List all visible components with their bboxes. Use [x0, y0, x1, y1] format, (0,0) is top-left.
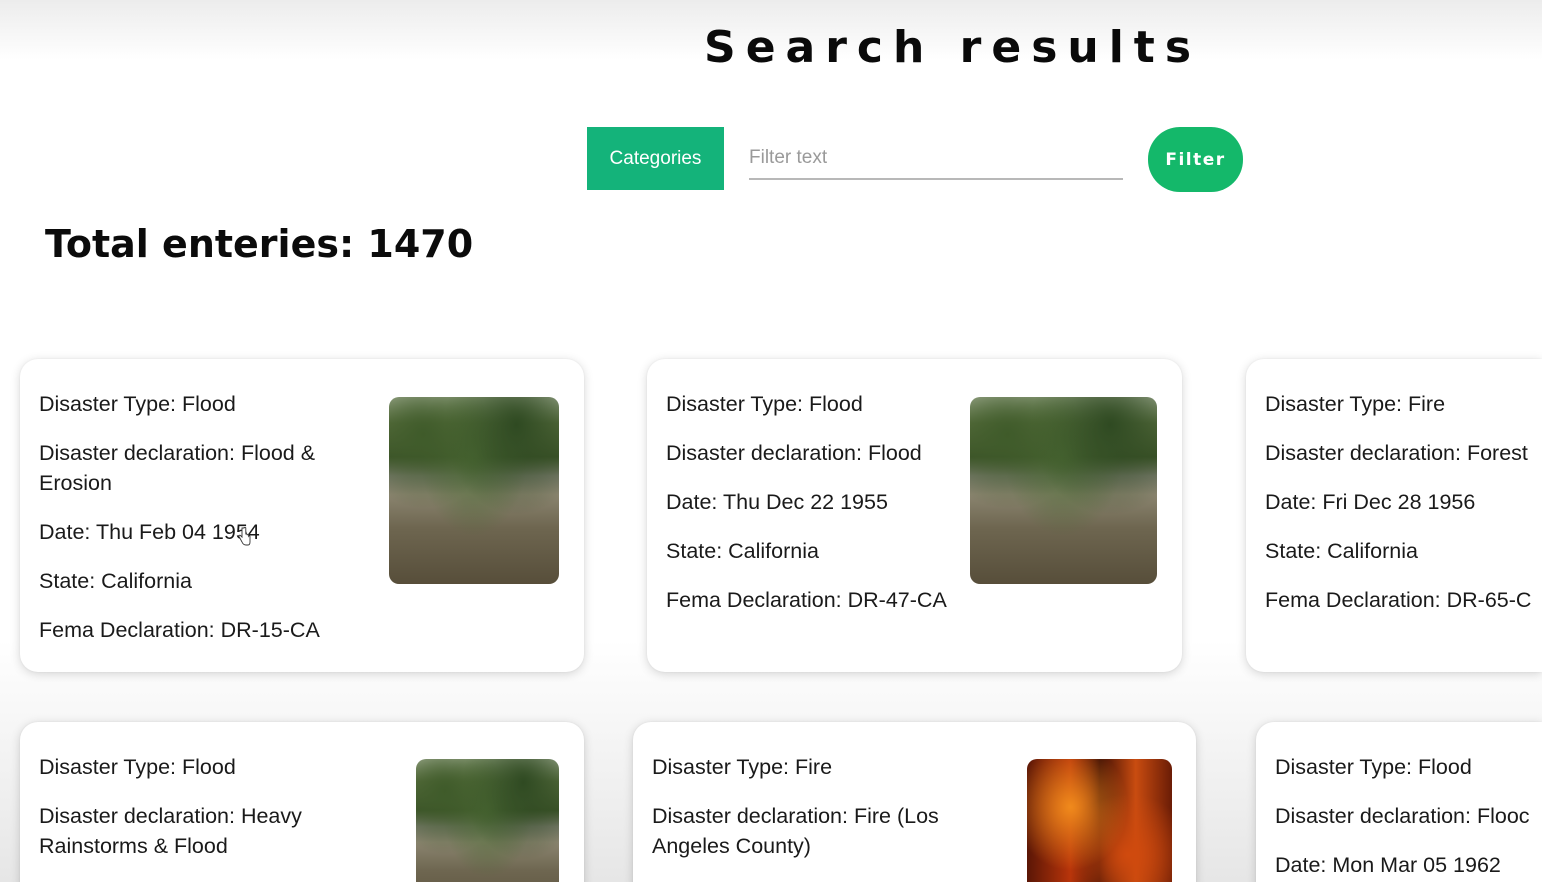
- flood-photo: [389, 397, 559, 584]
- result-card[interactable]: Disaster Type: Flood Disaster declaratio…: [20, 722, 584, 882]
- fire-photo: [1027, 759, 1172, 882]
- flood-photo: [416, 759, 559, 882]
- card-details: Disaster Type: Flood Disaster declaratio…: [39, 752, 369, 880]
- card-details: Disaster Type: Fire Disaster declaration…: [652, 752, 972, 880]
- disaster-type: Disaster Type: Fire: [652, 755, 833, 779]
- disaster-state: State: California: [666, 539, 819, 563]
- disaster-state: State: California: [1265, 539, 1418, 563]
- card-details: Disaster Type: Flood Disaster declaratio…: [666, 389, 966, 634]
- result-card[interactable]: Disaster Type: Fire Disaster declaration…: [633, 722, 1196, 882]
- result-card[interactable]: Disaster Type: Flood Disaster declaratio…: [647, 359, 1182, 672]
- page-title: Search results: [704, 22, 1202, 73]
- card-details: Disaster Type: Fire Disaster declaration…: [1265, 389, 1542, 634]
- total-entries-count: Total enteries: 1470: [45, 222, 474, 266]
- disaster-declaration: Disaster declaration: Heavy Rainstorms &…: [39, 804, 302, 858]
- fema-declaration: Fema Declaration: DR-65-C: [1265, 588, 1532, 612]
- disaster-date: Date: Thu Dec 22 1955: [666, 490, 888, 514]
- fema-declaration: Fema Declaration: DR-47-CA: [666, 588, 947, 612]
- disaster-declaration: Disaster declaration: Flood: [666, 441, 922, 465]
- result-card[interactable]: Disaster Type: Fire Disaster declaration…: [1246, 359, 1542, 672]
- result-card[interactable]: Disaster Type: Flood Disaster declaratio…: [1256, 722, 1542, 882]
- categories-button[interactable]: Categories: [587, 127, 724, 190]
- disaster-type: Disaster Type: Fire: [1265, 392, 1446, 416]
- filter-button[interactable]: Filter: [1148, 127, 1243, 192]
- disaster-date: Date: Fri Dec 28 1956: [1265, 490, 1476, 514]
- fema-declaration: Fema Declaration: DR-15-CA: [39, 618, 320, 642]
- flood-photo: [970, 397, 1157, 584]
- disaster-type: Disaster Type: Flood: [39, 392, 236, 416]
- disaster-state: State: California: [39, 569, 192, 593]
- disaster-declaration: Disaster declaration: Fire (Los Angeles …: [652, 804, 939, 858]
- card-details: Disaster Type: Flood Disaster declaratio…: [39, 389, 369, 664]
- disaster-declaration: Disaster declaration: Flood & Erosion: [39, 441, 316, 495]
- result-card[interactable]: Disaster Type: Flood Disaster declaratio…: [20, 359, 584, 672]
- disaster-declaration: Disaster declaration: Flooc: [1275, 804, 1530, 828]
- filter-text-input[interactable]: [749, 138, 1123, 180]
- disaster-type: Disaster Type: Flood: [1275, 755, 1472, 779]
- card-details: Disaster Type: Flood Disaster declaratio…: [1275, 752, 1542, 882]
- disaster-type: Disaster Type: Flood: [39, 755, 236, 779]
- disaster-date: Date: Mon Mar 05 1962: [1275, 853, 1501, 877]
- disaster-declaration: Disaster declaration: Forest: [1265, 441, 1528, 465]
- disaster-date: Date: Thu Feb 04 1954: [39, 520, 260, 544]
- hand-pointer-icon: [238, 527, 251, 546]
- disaster-type: Disaster Type: Flood: [666, 392, 863, 416]
